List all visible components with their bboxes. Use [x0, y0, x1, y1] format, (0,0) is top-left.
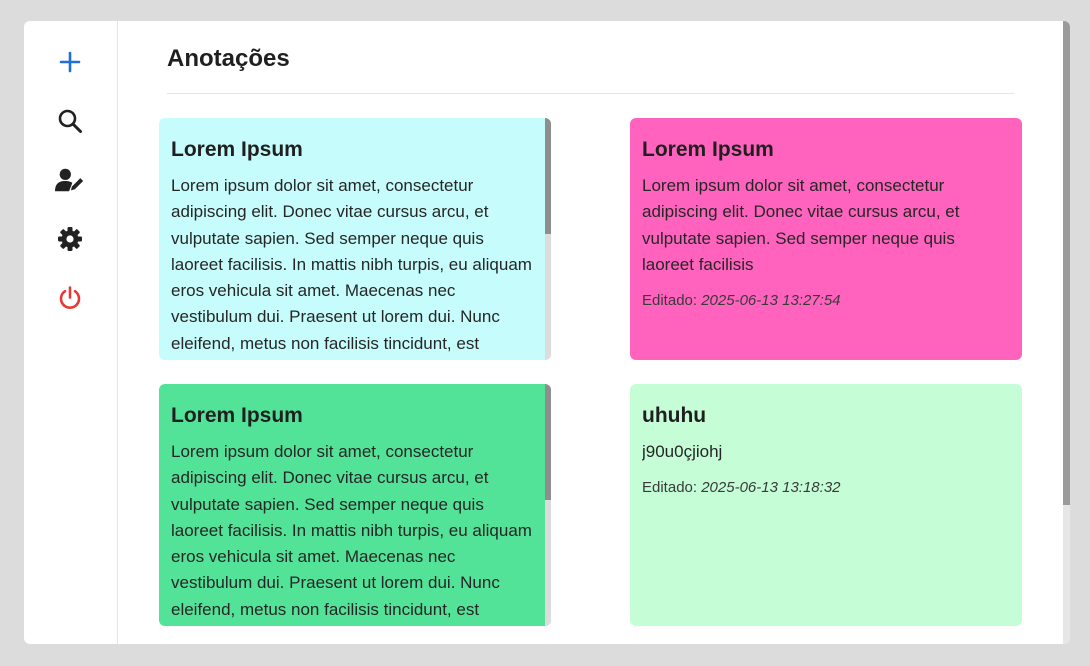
note-body: Lorem ipsum dolor sit amet, consectetur … [171, 176, 532, 353]
edited-label: Editado: [642, 479, 698, 497]
note-edited-date: Editado: 2025-06-13 13:27:54 [642, 292, 1010, 309]
page-title: Anotações [167, 45, 290, 72]
power-icon [59, 286, 81, 309]
add-note-button[interactable] [55, 47, 85, 77]
app-window: Anotações Lorem Ipsum Lorem ipsum dolor … [24, 21, 1070, 644]
user-edit-icon [55, 168, 84, 192]
note-title: Lorem Ipsum [171, 138, 303, 161]
note-scrollbar-thumb[interactable] [545, 118, 551, 234]
note-card[interactable]: Lorem Ipsum Lorem ipsum dolor sit amet, … [630, 118, 1022, 360]
note-title: Lorem Ipsum [171, 404, 303, 427]
notes-main: Anotações Lorem Ipsum Lorem ipsum dolor … [119, 21, 1063, 644]
page-scrollbar[interactable] [1063, 21, 1070, 644]
note-body: Lorem ipsum dolor sit amet, consectetur … [171, 442, 532, 619]
edited-label: Editado: [642, 292, 698, 310]
gear-icon [58, 227, 82, 251]
edited-timestamp: 2025-06-13 13:27:54 [701, 292, 841, 310]
note-body: Lorem ipsum dolor sit amet, consectetur … [642, 176, 960, 274]
note-edited-date: Editado: 2025-06-13 13:18:32 [642, 479, 1010, 496]
note-scrollbar[interactable] [545, 384, 551, 626]
note-scrollbar[interactable] [545, 118, 551, 360]
search-icon [58, 109, 82, 133]
edited-timestamp: 2025-06-13 13:18:32 [701, 479, 841, 497]
note-title: uhuhu [642, 404, 707, 427]
sidebar [24, 21, 118, 644]
note-card[interactable]: uhuhu j90u0çjiohj Editado: 2025-06-13 13… [630, 384, 1022, 626]
plus-icon [59, 51, 81, 73]
note-body: j90u0çjiohj [642, 442, 723, 461]
note-title: Lorem Ipsum [642, 138, 774, 161]
logout-button[interactable] [55, 283, 85, 313]
note-scrollbar-thumb[interactable] [545, 384, 551, 500]
page-scrollbar-thumb[interactable] [1063, 21, 1070, 505]
note-card[interactable]: Lorem Ipsum Lorem ipsum dolor sit amet, … [159, 384, 551, 626]
edit-profile-button[interactable] [55, 165, 85, 195]
title-divider [167, 93, 1014, 94]
search-button[interactable] [55, 106, 85, 136]
settings-button[interactable] [55, 224, 85, 254]
note-card[interactable]: Lorem Ipsum Lorem ipsum dolor sit amet, … [159, 118, 551, 360]
